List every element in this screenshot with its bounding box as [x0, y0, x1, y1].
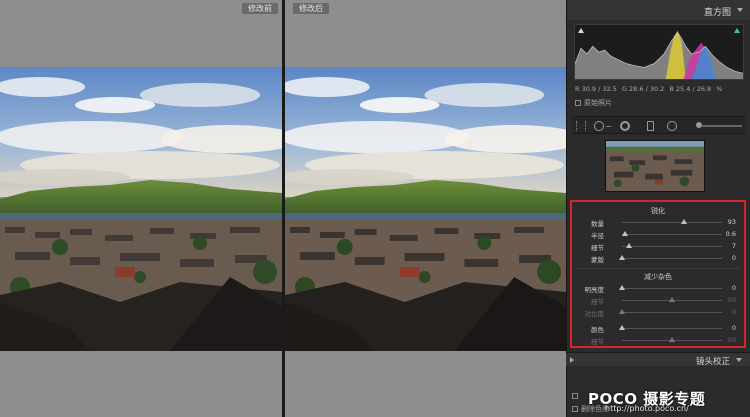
after-pane[interactable]: 修改后 — [285, 0, 566, 417]
highlight-clip-icon[interactable] — [734, 28, 740, 33]
crop-tool-arrow-icon — [606, 126, 611, 127]
sharpen-radius-row[interactable]: 半径 0.6 — [572, 230, 744, 240]
detail-preview-thumbnail[interactable] — [605, 140, 705, 192]
section-divider — [576, 268, 740, 269]
slider-knob[interactable] — [619, 255, 625, 260]
slider-knob — [619, 309, 625, 314]
histogram-header[interactable]: 直方图 — [567, 0, 750, 20]
after-label: 修改后 — [293, 3, 329, 14]
spot-removal-icon[interactable] — [620, 121, 630, 131]
tool-amount-slider[interactable] — [696, 122, 742, 128]
original-photo-toggle[interactable]: 原始照片 — [575, 98, 612, 108]
slider-knob — [669, 337, 675, 342]
noise-color-slider[interactable] — [619, 325, 722, 330]
lens-correction-header[interactable]: 镜头校正 — [566, 352, 750, 367]
rgb-readout: R 30.9 / 32.5 G 28.6 / 30.2 B 25.4 / 26.… — [575, 85, 750, 93]
noise-luminance-detail-value: 50 — [727, 296, 736, 304]
before-after-preview: 修改前 修改后 — [0, 0, 566, 417]
readout-b: B 25.4 / 26.8 — [669, 85, 712, 93]
noise-color-detail-row: 细节 50 — [572, 336, 744, 346]
sharpen-detail-slider[interactable] — [622, 243, 722, 248]
sharpen-detail-label: 细节 — [591, 244, 604, 252]
slider-knob[interactable] — [619, 325, 625, 330]
grid-dots-icon[interactable] — [576, 121, 586, 131]
before-pane[interactable]: 修改前 — [0, 0, 282, 417]
noise-luminance-value[interactable]: 0 — [732, 284, 736, 292]
noise-contrast-label: 对比度 — [584, 310, 605, 318]
sharpen-amount-row[interactable]: 数量 93 — [572, 218, 744, 228]
slider-knob[interactable] — [681, 219, 687, 224]
noise-luminance-row[interactable]: 明亮度 0 — [572, 284, 744, 294]
sharpen-amount-label: 数量 — [591, 220, 604, 228]
noise-color-label: 颜色 — [591, 326, 604, 334]
lens-correction-title: 镜头校正 — [695, 357, 730, 367]
sharpen-detail-row[interactable]: 细节 7 — [572, 242, 744, 252]
before-label: 修改前 — [242, 3, 278, 14]
sharpen-masking-label: 蒙版 — [591, 256, 604, 264]
sharpen-masking-row[interactable]: 蒙版 0 — [572, 254, 744, 264]
noise-contrast-value: 0 — [731, 308, 736, 316]
lens-option-row[interactable] — [572, 392, 581, 400]
sharpen-amount-value[interactable]: 93 — [728, 218, 736, 226]
slider-knob[interactable] — [622, 231, 628, 236]
sharpen-radius-label: 半径 — [591, 232, 604, 240]
sharpen-detail-value[interactable]: 7 — [732, 242, 736, 250]
sharpen-masking-slider[interactable] — [619, 255, 722, 260]
radial-filter-icon[interactable] — [667, 121, 677, 131]
graduated-filter-icon[interactable] — [647, 121, 654, 131]
remove-ca-checkbox[interactable] — [572, 406, 578, 412]
collapse-icon[interactable] — [736, 358, 742, 362]
sharpen-masking-value[interactable]: 0 — [732, 254, 736, 262]
tool-strip — [572, 116, 746, 134]
sharpen-amount-slider[interactable] — [622, 219, 722, 224]
collapse-icon[interactable] — [737, 8, 743, 12]
histogram[interactable] — [574, 24, 744, 80]
noise-luminance-slider[interactable] — [619, 285, 722, 290]
original-photo-checkbox[interactable] — [575, 100, 581, 106]
slider-knob — [669, 297, 675, 302]
after-photo — [285, 67, 566, 351]
histogram-graph — [575, 30, 743, 79]
noise-color-detail-value: 50 — [727, 336, 736, 344]
before-photo — [0, 67, 282, 351]
noise-reduction-title: 减少杂色 — [644, 273, 672, 281]
poco-watermark-url: http://photo.poco.cn/ — [605, 404, 689, 413]
shadow-clip-icon[interactable] — [578, 28, 584, 33]
readout-g: G 28.6 / 30.2 — [621, 85, 665, 93]
readout-r: R 30.9 / 32.5 — [575, 85, 617, 93]
lens-option-checkbox[interactable] — [572, 393, 578, 399]
slider-knob[interactable] — [626, 243, 632, 248]
noise-luminance-detail-row: 细节 50 — [572, 296, 744, 306]
noise-luminance-detail-slider — [622, 297, 722, 302]
noise-color-value[interactable]: 0 — [732, 324, 736, 332]
original-photo-label: 原始照片 — [584, 99, 612, 107]
noise-luminance-detail-label: 细节 — [591, 298, 604, 306]
noise-contrast-row: 对比度 0 — [572, 308, 744, 318]
noise-color-detail-slider — [622, 337, 722, 342]
slider-knob[interactable] — [619, 285, 625, 290]
histogram-title: 直方图 — [703, 8, 731, 18]
readout-unit: % — [716, 85, 723, 93]
noise-color-detail-label: 细节 — [591, 338, 604, 346]
sharpen-radius-value[interactable]: 0.6 — [726, 230, 736, 238]
noise-color-row[interactable]: 颜色 0 — [572, 324, 744, 334]
panel-toggle-icon[interactable] — [570, 357, 574, 363]
detail-panel-highlight: 锐化 数量 93 半径 0.6 细节 7 蒙版 0 减少杂色 明亮度 0 细节 … — [570, 200, 746, 348]
noise-luminance-label: 明亮度 — [584, 286, 605, 294]
sharpen-radius-slider[interactable] — [622, 231, 722, 236]
crop-tool-icon[interactable] — [594, 121, 604, 131]
noise-contrast-slider — [619, 309, 722, 314]
sharpen-title: 锐化 — [651, 207, 665, 215]
